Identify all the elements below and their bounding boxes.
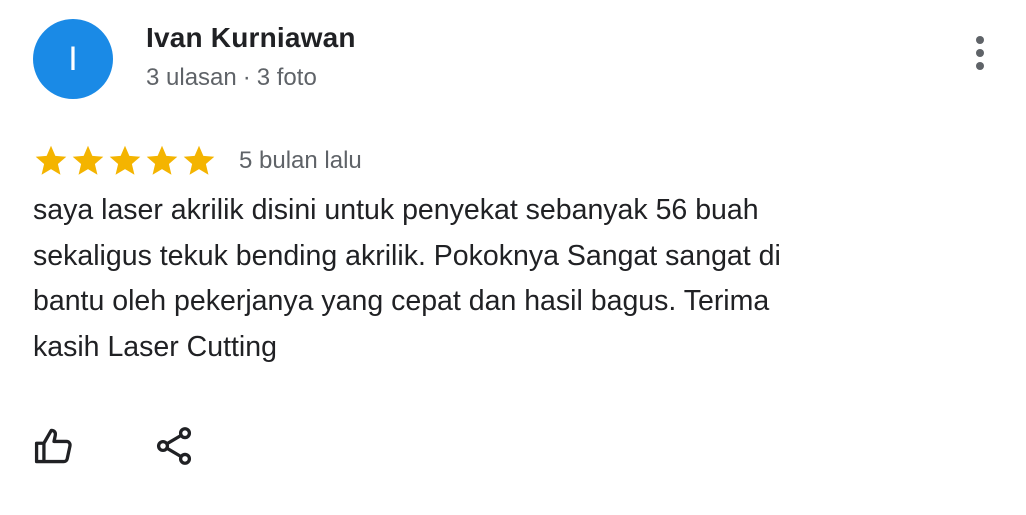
share-button[interactable] — [150, 422, 198, 470]
like-button[interactable] — [30, 422, 78, 470]
avatar[interactable]: I — [33, 19, 113, 99]
more-vertical-icon-dot — [976, 49, 984, 57]
author-name[interactable]: Ivan Kurniawan — [146, 22, 356, 54]
review-text-line: sekaligus tekuk bending akrilik. Pokokny… — [33, 239, 781, 272]
star-icon — [33, 143, 69, 179]
review-text: saya laser akrilik disini untuk penyekat… — [33, 188, 933, 370]
star-icon — [144, 143, 180, 179]
meta-separator: · — [242, 64, 251, 91]
star-rating — [33, 143, 217, 179]
avatar-initial: I — [68, 39, 78, 78]
author-meta: 3 ulasan · 3 foto — [146, 64, 317, 92]
more-vertical-icon — [976, 36, 984, 44]
rating-row: 5 bulan lalu — [33, 141, 362, 181]
star-icon — [107, 143, 143, 179]
share-icon — [156, 427, 192, 465]
review-text-line: bantu oleh pekerjanya yang cepat dan has… — [33, 285, 770, 317]
review-text-line: saya laser akrilik disini untuk penyekat… — [33, 194, 759, 226]
review-text-line: kasih Laser Cutting — [33, 330, 277, 363]
review-date: 5 bulan lalu — [239, 147, 362, 174]
photos-count: 3 foto — [256, 64, 317, 91]
thumb-up-icon — [34, 428, 72, 464]
star-icon — [181, 143, 217, 179]
more-vertical-icon-dot — [976, 62, 984, 70]
reviews-count: 3 ulasan — [146, 64, 237, 91]
more-options-button[interactable] — [962, 28, 998, 78]
star-icon — [70, 143, 106, 179]
